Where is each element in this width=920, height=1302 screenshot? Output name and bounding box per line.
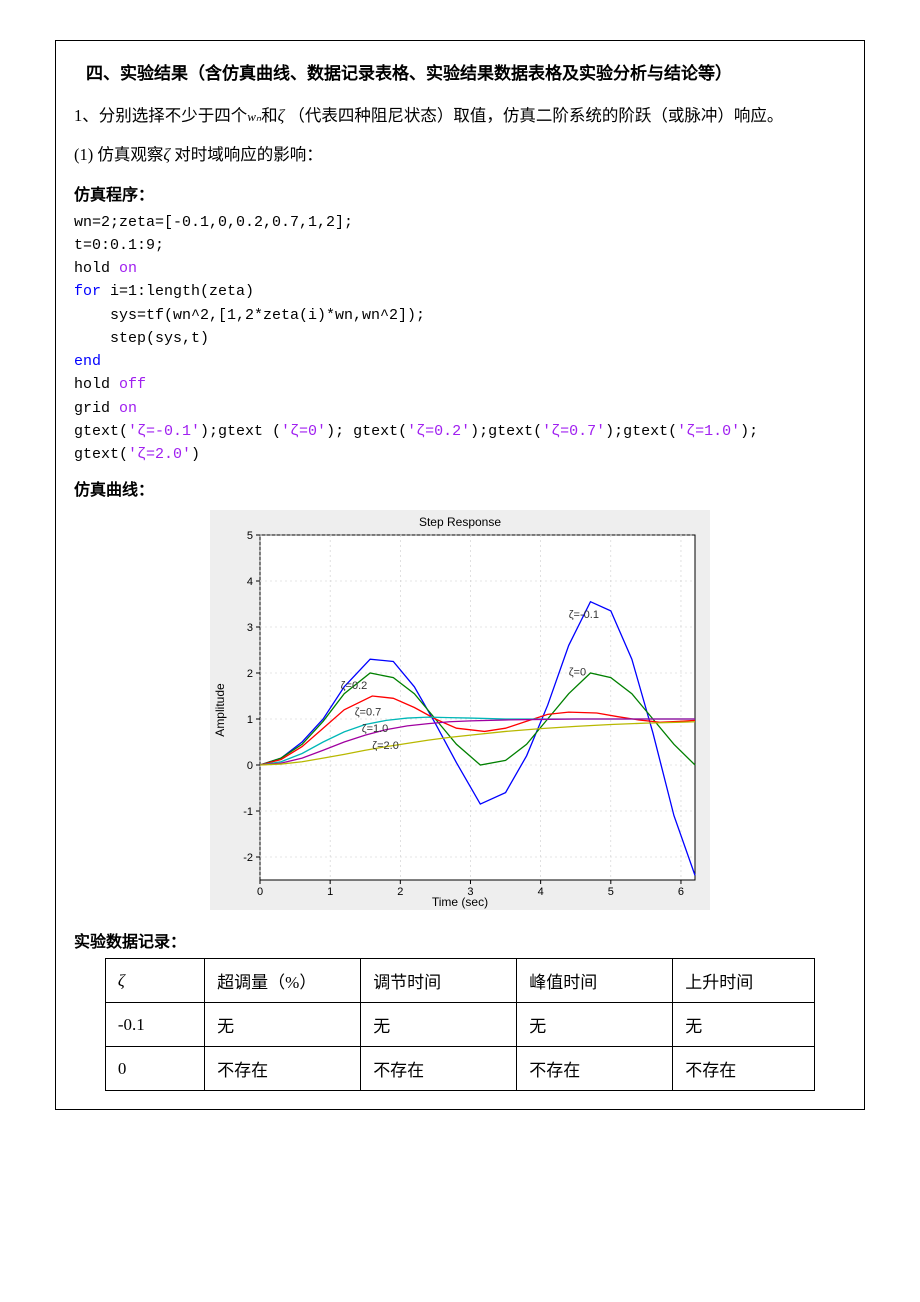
code-l11s1: 'ζ=2.0'	[128, 446, 191, 463]
table-cell: -0.1	[105, 1003, 204, 1047]
code-l2: t=0:0.1:9;	[74, 237, 164, 254]
table-cell: 不存在	[205, 1047, 361, 1091]
table-cell: 不存在	[673, 1047, 815, 1091]
label-program: 仿真程序：	[74, 181, 846, 205]
svg-text:5: 5	[247, 530, 253, 542]
svg-text:-1: -1	[243, 806, 253, 818]
table-cell: 0	[105, 1047, 204, 1091]
chart-xlabel: Time (sec)	[432, 895, 488, 909]
para1-text-a: 1、分别选择不少于四个	[74, 106, 247, 125]
code-l9: grid	[74, 400, 119, 417]
table-cell: 不存在	[517, 1047, 673, 1091]
table-header-cell: 调节时间	[361, 959, 517, 1003]
svg-text:4: 4	[247, 576, 253, 588]
para1-wn: wₙ	[247, 109, 261, 124]
code-l5: sys=tf(wn^2,[1,2*zeta(i)*wn,wn^2]);	[74, 307, 425, 324]
table-cell: 无	[673, 1003, 815, 1047]
code-l10a: gtext(	[74, 423, 128, 440]
code-l9b: on	[119, 400, 137, 417]
code-block: wn=2;zeta=[-0.1,0,0.2,0.7,1,2]; t=0:0.1:…	[74, 211, 846, 467]
para1-text-b: 和	[261, 106, 278, 125]
table-cell: 无	[205, 1003, 361, 1047]
table-header-cell: ζ	[105, 959, 204, 1003]
para2-text-b: 对时域响应的影响：	[174, 145, 323, 164]
code-l4b: i=1:length(zeta)	[101, 283, 254, 300]
code-l10s4: 'ζ=0.7'	[542, 423, 605, 440]
section-title: 四、实验结果（含仿真曲线、数据记录表格、实验结果数据表格及实验分析与结论等）	[74, 59, 846, 84]
code-l10s1: 'ζ=-0.1'	[128, 423, 200, 440]
svg-text:-2: -2	[243, 852, 253, 864]
code-l10c: ); gtext(	[326, 423, 407, 440]
table-cell: 无	[361, 1003, 517, 1047]
paragraph-2: (1) 仿真观察ζ 对时域响应的影响：	[74, 139, 846, 170]
code-l6: step(sys,t)	[74, 330, 209, 347]
svg-text:ζ=-0.1: ζ=-0.1	[569, 609, 599, 621]
svg-text:5: 5	[608, 886, 614, 898]
para2-text-a: (1) 仿真观察	[74, 145, 163, 164]
table-header-cell: 峰值时间	[517, 959, 673, 1003]
code-l11a: gtext(	[74, 446, 128, 463]
table-row: 0 不存在 不存在 不存在 不存在	[105, 1047, 814, 1091]
chart-title: Step Response	[419, 515, 501, 529]
table-header-cell: 上升时间	[673, 959, 815, 1003]
zeta-symbol-2: ζ	[163, 145, 170, 164]
svg-text:1: 1	[327, 886, 333, 898]
table-cell: 不存在	[361, 1047, 517, 1091]
zeta-symbol-1: ζ	[278, 106, 285, 125]
code-l8: hold	[74, 376, 119, 393]
label-curve: 仿真曲线：	[74, 476, 846, 500]
code-l10e: );gtext(	[605, 423, 677, 440]
svg-text:ζ=0.2: ζ=0.2	[341, 681, 368, 693]
code-l10f: );	[740, 423, 758, 440]
svg-text:4: 4	[538, 886, 544, 898]
svg-text:ζ=2.0: ζ=2.0	[372, 740, 399, 752]
code-l10s3: 'ζ=0.2'	[407, 423, 470, 440]
code-l8b: off	[119, 376, 146, 393]
svg-text:2: 2	[247, 668, 253, 680]
table-cell: 无	[517, 1003, 673, 1047]
svg-text:ζ=1.0: ζ=1.0	[362, 723, 389, 735]
label-record: 实验数据记录：	[74, 928, 846, 952]
code-l10s5: 'ζ=1.0'	[677, 423, 740, 440]
code-l10b: );gtext (	[200, 423, 281, 440]
code-l4: for	[74, 283, 101, 300]
code-l3: hold	[74, 260, 119, 277]
svg-text:ζ=0.7: ζ=0.7	[355, 707, 382, 719]
code-l7: end	[74, 353, 101, 370]
code-l3b: on	[119, 260, 137, 277]
svg-text:1: 1	[247, 714, 253, 726]
code-l10d: );gtext(	[470, 423, 542, 440]
table-header-cell: 超调量（%）	[205, 959, 361, 1003]
code-l10s2: 'ζ=0'	[281, 423, 326, 440]
data-table: ζ 超调量（%） 调节时间 峰值时间 上升时间 -0.1 无 无 无 无 0 不…	[105, 958, 815, 1091]
svg-text:3: 3	[247, 622, 253, 634]
para1-text-c: （代表四种阻尼状态）取值，仿真二阶系统的阶跃（或脉冲）响应。	[288, 106, 783, 125]
code-l1: wn=2;zeta=[-0.1,0,0.2,0.7,1,2];	[74, 214, 353, 231]
paragraph-1: 1、分别选择不少于四个wₙ和ζ （代表四种阻尼状态）取值，仿真二阶系统的阶跃（或…	[74, 100, 846, 131]
svg-text:ζ=0: ζ=0	[569, 667, 586, 679]
table-row: -0.1 无 无 无 无	[105, 1003, 814, 1047]
table-header-row: ζ 超调量（%） 调节时间 峰值时间 上升时间	[105, 959, 814, 1003]
chart-ylabel: Amplitude	[213, 683, 227, 737]
code-l11b: )	[191, 446, 200, 463]
step-response-chart: Step Response 0123456-2-1012345ζ=-0.1ζ=0…	[210, 510, 710, 910]
svg-text:0: 0	[247, 760, 253, 772]
svg-text:2: 2	[397, 886, 403, 898]
svg-text:0: 0	[257, 886, 263, 898]
svg-text:6: 6	[678, 886, 684, 898]
